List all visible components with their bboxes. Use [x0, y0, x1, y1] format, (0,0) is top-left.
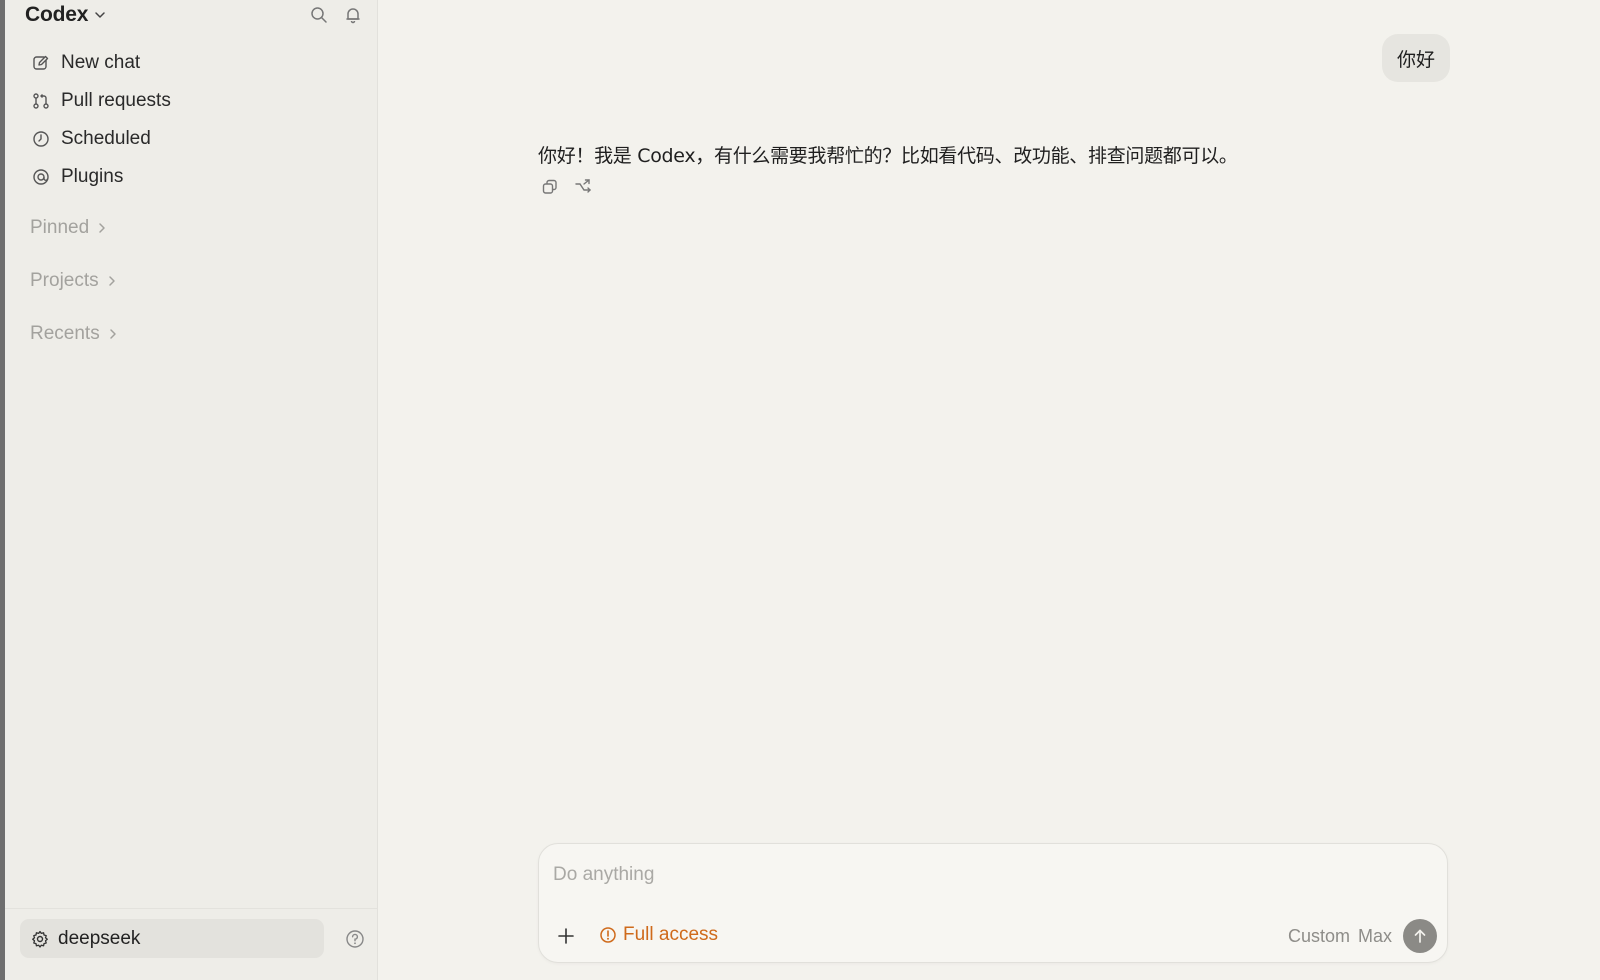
- search-icon[interactable]: [309, 5, 329, 25]
- access-mode-button[interactable]: Full access: [599, 924, 718, 946]
- profile-button[interactable]: deepseek: [20, 919, 324, 958]
- copy-icon[interactable]: [540, 177, 560, 197]
- sidebar-item-label: Pull requests: [61, 90, 171, 111]
- sidebar-nav: New chat Pull requests Scheduled Plugins: [23, 44, 359, 196]
- sidebar-item-label: Plugins: [61, 166, 124, 187]
- chat-input[interactable]: [553, 860, 1413, 890]
- arrow-up-icon: [1412, 928, 1428, 944]
- sidebar-item-label: Scheduled: [61, 128, 151, 149]
- user-message-bubble: 你好: [1382, 34, 1450, 82]
- app-window: Codex New chat Pull requests Scheduled P…: [0, 0, 1600, 980]
- model-name: Custom: [1287, 926, 1350, 946]
- section-label: Projects: [30, 270, 99, 291]
- sidebar-item-new-chat[interactable]: New chat: [23, 44, 359, 82]
- send-button[interactable]: [1403, 919, 1437, 953]
- model-selector[interactable]: Custom Max: [1288, 926, 1392, 947]
- chat-main: 你好 你好！我是 Codex，有什么需要我帮忙的？比如看代码、改功能、排查问题都…: [378, 0, 1600, 980]
- sidebar-item-plugins[interactable]: Plugins: [23, 158, 359, 196]
- help-icon[interactable]: [344, 928, 366, 950]
- profile-name: deepseek: [58, 927, 141, 949]
- message-actions: [540, 177, 593, 197]
- chevron-right-icon: [107, 275, 117, 287]
- section-label: Pinned: [30, 217, 90, 238]
- header-actions: [309, 5, 363, 25]
- reasoning-effort: Max: [1357, 926, 1392, 946]
- sidebar-item-pull-requests[interactable]: Pull requests: [23, 82, 359, 120]
- settings-icon: [30, 929, 50, 949]
- app-title[interactable]: Codex: [25, 3, 88, 27]
- user-message-text: 你好: [1396, 48, 1435, 71]
- sidebar-item-label: New chat: [61, 52, 141, 73]
- sidebar-header: Codex: [25, 0, 363, 30]
- section-pinned[interactable]: Pinned: [30, 217, 107, 239]
- composer: Full access Custom Max: [538, 843, 1448, 963]
- section-label: Recents: [30, 323, 100, 344]
- section-recents[interactable]: Recents: [30, 323, 118, 345]
- sidebar-item-scheduled[interactable]: Scheduled: [23, 120, 359, 158]
- pull-request-icon: [31, 91, 51, 111]
- clock-icon: [31, 129, 51, 149]
- chevron-right-icon: [97, 222, 107, 234]
- fork-icon[interactable]: [573, 177, 593, 197]
- plus-icon[interactable]: [555, 925, 577, 947]
- plugin-icon: [31, 167, 51, 187]
- section-projects[interactable]: Projects: [30, 270, 117, 292]
- sidebar-footer: deepseek: [5, 908, 377, 980]
- assistant-message: 你好！我是 Codex，有什么需要我帮忙的？比如看代码、改功能、排查问题都可以。: [538, 145, 1238, 167]
- chevron-right-icon: [108, 328, 118, 340]
- bell-icon[interactable]: [343, 5, 363, 25]
- access-mode-label: Full access: [623, 924, 719, 945]
- chevron-down-icon[interactable]: [94, 9, 106, 21]
- warning-icon: [599, 926, 617, 944]
- edit-icon: [31, 53, 51, 73]
- sidebar: Codex New chat Pull requests Scheduled P…: [5, 0, 378, 980]
